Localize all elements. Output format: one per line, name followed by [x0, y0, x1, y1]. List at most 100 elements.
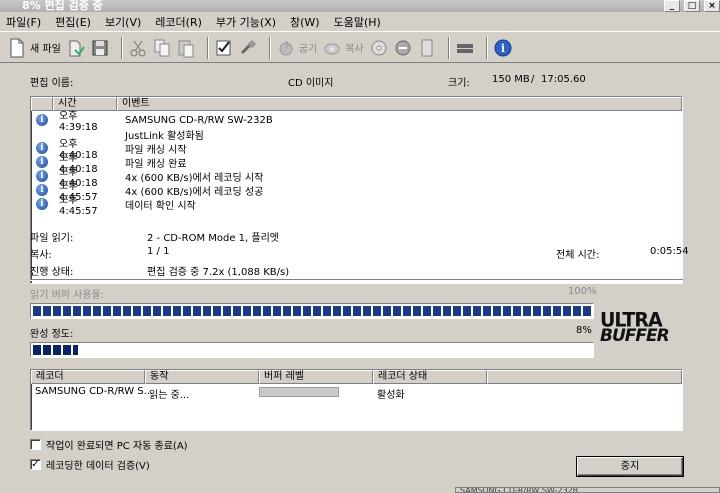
disc-info-button[interactable] — [370, 36, 388, 60]
checklist-icon — [216, 40, 231, 55]
completion-label: 완성 정도: — [30, 329, 74, 340]
save-icon — [92, 40, 108, 55]
menu-recorder[interactable]: 레코더(R) — [155, 14, 202, 30]
cut-button[interactable] — [129, 36, 147, 60]
copy-disc-button[interactable]: 복사 — [323, 36, 364, 60]
list-item[interactable]: i 오후 4:39:18 SAMSUNG CD-R/RW SW-232B — [31, 111, 273, 133]
info-icon: i — [36, 156, 48, 168]
log-header-icon — [31, 97, 53, 111]
completion-progress-fill — [33, 345, 78, 355]
menu-help[interactable]: 도움말(H) — [334, 14, 381, 30]
menu-window[interactable]: 창(W) — [290, 14, 320, 30]
new-file-label: 새 파일 — [30, 44, 61, 55]
menu-view[interactable]: 보기(V) — [105, 14, 141, 30]
recorder-table[interactable]: 레코더 동작 버퍼 레벨 레코더 상태 SAMSUNG CD-R/RW S...… — [30, 369, 683, 431]
eject-icon — [395, 40, 411, 55]
log-event: JustLink 활성화됨 — [125, 130, 204, 142]
recorder-action-cell: 읽는 중... — [149, 390, 190, 401]
menu-extras[interactable]: 부가 기능(X) — [216, 14, 276, 30]
verify-label: 레코딩한 데이터 검증(V) — [46, 461, 150, 472]
log-event: SAMSUNG CD-R/RW SW-232B — [125, 114, 273, 126]
log-header-event[interactable]: 이벤트 — [117, 97, 682, 111]
burn-label: 굽기 — [298, 44, 318, 55]
auto-shutdown-checkbox[interactable] — [30, 439, 41, 450]
log-event: 파일 캐싱 완료 — [125, 158, 187, 170]
log-event: 4x (600 KB/s)에서 레코딩 시작 — [125, 172, 264, 184]
eject-button[interactable] — [394, 36, 412, 60]
ultrabuffer-logo: ULTRA BUFFER — [600, 310, 684, 348]
disc-label-button[interactable] — [418, 36, 436, 60]
drive-icon — [456, 43, 473, 53]
recorder-header-buffer[interactable]: 버퍼 레벨 — [259, 370, 373, 384]
completion-progress-bar — [30, 342, 594, 358]
log-icon-cell: i — [31, 156, 53, 168]
log-icon-cell: i — [31, 198, 53, 210]
recorder-header-action[interactable]: 동작 — [145, 370, 259, 384]
toolbar-separator — [206, 36, 209, 59]
size-label: 크기: — [448, 78, 470, 89]
read-file-value: 2 - CD-ROM Mode 1, 플리엣 — [147, 233, 279, 244]
verify-option[interactable]: ✓ 레코딩한 데이터 검증(V) — [30, 457, 150, 472]
recorder-select-button[interactable] — [456, 36, 474, 60]
info-icon: i — [36, 170, 48, 182]
recorder-status-cell: 활성화 — [377, 390, 405, 401]
buffer-progress-fill — [33, 306, 591, 316]
burn-flame-icon — [279, 40, 293, 55]
save-button[interactable] — [91, 36, 109, 60]
title-bar[interactable]: 8% 편집 검증 중 _ □ × — [0, 0, 720, 12]
copy-button[interactable] — [153, 36, 171, 60]
stop-button[interactable]: 중지 — [577, 457, 683, 476]
burn-button[interactable]: 굽기 — [277, 36, 317, 60]
toolbar: 새 파일 굽기 복사 i — [0, 33, 720, 63]
size-separator: / — [531, 74, 535, 85]
recorder-header-status[interactable]: 레코더 상태 — [373, 370, 487, 384]
log-icon-cell: i — [31, 114, 53, 126]
recorder-header-filler — [487, 370, 682, 384]
log-event: 데이터 확인 시작 — [125, 200, 196, 212]
help-info-button[interactable]: i — [494, 36, 512, 60]
log-event: 4x (600 KB/s)에서 레코딩 성공 — [125, 186, 264, 198]
event-log-header: 시간 이벤트 — [31, 97, 682, 111]
paste-button[interactable] — [177, 36, 195, 60]
menu-edit[interactable]: 편집(E) — [55, 14, 91, 30]
list-item[interactable]: i 오후 4:45:57 데이터 확인 시작 — [31, 195, 196, 217]
table-row[interactable]: SAMSUNG CD-R/RW S... 읽는 중... 활성화 — [31, 385, 682, 401]
toolbar-separator — [485, 36, 488, 59]
info-icon: i — [494, 39, 512, 56]
compile-name-value: CD 이미지 — [288, 78, 334, 89]
open-button[interactable] — [67, 36, 85, 60]
maximize-button[interactable]: □ — [684, 0, 700, 12]
scissors-icon — [130, 40, 146, 56]
paste-icon — [178, 40, 194, 57]
tools-button[interactable] — [239, 36, 257, 60]
cd-icon — [371, 40, 387, 55]
auto-shutdown-label: 작업이 완료되면 PC 자동 종료(A) — [46, 441, 188, 452]
minimize-button[interactable]: _ — [664, 0, 680, 12]
log-icon-cell: i — [31, 184, 53, 196]
copy-count-value: 1 / 1 — [147, 246, 170, 257]
size-time: 17:05.60 — [541, 74, 586, 85]
recorder-name-cell: SAMSUNG CD-R/RW S... — [35, 386, 154, 397]
log-icon-cell: i — [31, 170, 53, 182]
recorder-header-name[interactable]: 레코더 — [31, 370, 145, 384]
toolbar-separator — [268, 36, 271, 59]
log-icon-cell: i — [31, 142, 53, 154]
auto-shutdown-option[interactable]: 작업이 완료되면 PC 자동 종료(A) — [30, 437, 188, 452]
divider — [30, 279, 683, 281]
compile-check-button[interactable] — [215, 36, 233, 60]
buffer-progress-bar — [30, 303, 594, 319]
new-file-icon — [10, 38, 24, 57]
status-bar: SAMSUNG CD-R/RW SW-232B — [455, 487, 720, 493]
recorder-table-header: 레코더 동작 버퍼 레벨 레코더 상태 — [31, 370, 682, 384]
open-file-icon — [69, 40, 85, 56]
copy-count-label: 복사: — [30, 250, 52, 261]
window-title: 8% 편집 검증 중 — [22, 0, 103, 12]
verify-checkbox[interactable]: ✓ — [30, 459, 41, 470]
read-file-label: 파일 읽기: — [30, 233, 74, 244]
menu-file[interactable]: 파일(F) — [6, 14, 41, 30]
info-icon: i — [36, 142, 48, 154]
completion-percent: 8% — [576, 325, 592, 336]
copy-disc-label: 복사 — [345, 44, 364, 55]
close-button[interactable]: × — [704, 0, 720, 12]
new-file-button[interactable]: 새 파일 — [8, 36, 61, 60]
